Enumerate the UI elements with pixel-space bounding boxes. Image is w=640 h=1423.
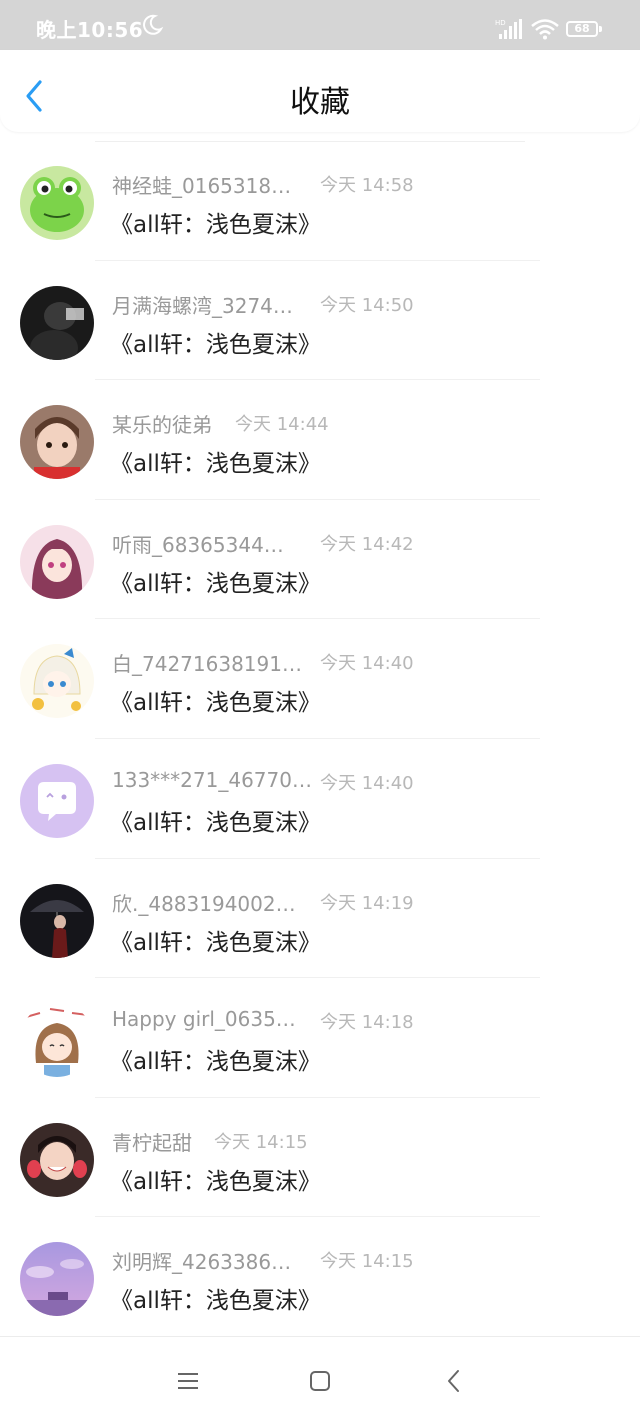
- top-header: 收藏: [0, 50, 640, 132]
- avatar[interactable]: [20, 883, 94, 958]
- timestamp: 今天 14:15: [320, 1251, 414, 1273]
- svg-text:HD: HD: [495, 19, 506, 27]
- home-square-icon[interactable]: [306, 1367, 334, 1395]
- menu-icon[interactable]: [174, 1367, 202, 1395]
- list-item[interactable]: 刘明辉_4263386… 今天 14:15 《all轩：浅色夏沫》: [0, 1217, 640, 1337]
- user-name: 133***271_46770…: [112, 767, 312, 792]
- avatar[interactable]: [20, 405, 94, 480]
- list-item[interactable]: 神经蛙_0165318… 今天 14:58 《all轩：浅色夏沫》: [0, 141, 640, 261]
- timestamp: 今天 14:50: [320, 294, 414, 316]
- default-chat-avatar-image: [20, 763, 94, 838]
- favorite-title: 《all轩：浅色夏沫》: [110, 1288, 321, 1315]
- battery-icon: 68: [566, 21, 602, 37]
- user-name: 神经蛙_0165318…: [112, 174, 292, 198]
- favorite-title: 《all轩：浅色夏沫》: [110, 1168, 321, 1195]
- list-item[interactable]: Happy girl_0635… 今天 14:18 《all轩：浅色夏沫》: [0, 978, 640, 1098]
- user-name: 刘明辉_4263386…: [112, 1250, 292, 1275]
- list-item[interactable]: 133***271_46770… 今天 14:40 《all轩：浅色夏沫》: [0, 739, 640, 859]
- child-portrait-avatar-image: [20, 405, 94, 480]
- timestamp: 今天 14:18: [320, 1012, 414, 1034]
- dark-portrait-avatar-image: [20, 285, 94, 360]
- avatar[interactable]: [20, 1003, 94, 1078]
- favorite-title: 《all轩：浅色夏沫》: [110, 570, 321, 597]
- favorite-title: 《all轩：浅色夏沫》: [110, 809, 321, 836]
- user-name: 月满海螺湾_3274…: [112, 293, 293, 318]
- favorite-title: 《all轩：浅色夏沫》: [110, 1049, 321, 1076]
- user-name: Happy girl_0635…: [112, 1007, 296, 1032]
- list-item[interactable]: 青柠起甜 今天 14:15 《all轩：浅色夏沫》: [0, 1098, 640, 1218]
- user-name: 白_74271638191…: [112, 652, 302, 677]
- list-item[interactable]: 月满海螺湾_3274… 今天 14:50 《all轩：浅色夏沫》: [0, 261, 640, 381]
- list-item[interactable]: 听雨_68365344… 今天 14:42 《all轩：浅色夏沫》: [0, 500, 640, 620]
- status-time: 晚上10:56: [36, 18, 144, 42]
- timestamp: 今天 14:19: [320, 892, 414, 914]
- avatar[interactable]: [20, 524, 94, 599]
- user-name: 某乐的徒弟: [112, 413, 212, 438]
- purple-sky-avatar-image: [20, 1242, 94, 1317]
- favorite-title: 《all轩：浅色夏沫》: [110, 451, 321, 478]
- avatar[interactable]: [20, 644, 94, 719]
- smiling-girl-avatar-image: [20, 1122, 94, 1197]
- timestamp: 今天 14:42: [320, 533, 414, 555]
- timestamp: 今天 14:44: [235, 414, 329, 436]
- wifi-icon: [531, 19, 559, 40]
- list-item[interactable]: 欣._4883194002… 今天 14:19 《all轩：浅色夏沫》: [0, 859, 640, 979]
- avatar[interactable]: [20, 763, 94, 838]
- timestamp: 今天 14:40: [320, 772, 414, 794]
- user-name: 青柠起甜: [112, 1130, 192, 1155]
- timestamp: 今天 14:58: [320, 175, 414, 196]
- back-triangle-icon[interactable]: [440, 1367, 468, 1395]
- umbrella-portrait-avatar-image: [20, 883, 94, 958]
- page-title: 收藏: [290, 85, 350, 120]
- cartoon-girl-avatar-image: [20, 1003, 94, 1078]
- avatar[interactable]: [20, 285, 94, 360]
- moon-icon: [143, 14, 164, 35]
- favorite-title: 《all轩：浅色夏沫》: [110, 212, 321, 238]
- avatar[interactable]: [20, 1242, 94, 1317]
- user-name: 欣._4883194002…: [112, 891, 296, 916]
- status-bar: 晚上10:56 HD 68: [0, 0, 640, 50]
- list-item[interactable]: 某乐的徒弟 今天 14:44 《all轩：浅色夏沫》: [0, 380, 640, 500]
- favorite-title: 《all轩：浅色夏沫》: [110, 331, 321, 358]
- anime-girl-avatar-image: [20, 524, 94, 599]
- avatar[interactable]: [20, 166, 94, 240]
- favorite-title: 《all轩：浅色夏沫》: [110, 929, 321, 956]
- timestamp: 今天 14:40: [320, 653, 414, 675]
- system-nav-bar: [0, 1336, 640, 1423]
- frog-avatar-image: [20, 166, 94, 240]
- avatar[interactable]: [20, 1122, 94, 1197]
- list-item[interactable]: 白_74271638191… 今天 14:40 《all轩：浅色夏沫》: [0, 619, 640, 739]
- timestamp: 今天 14:15: [214, 1131, 308, 1153]
- favorite-title: 《all轩：浅色夏沫》: [110, 690, 321, 717]
- favorites-list: 神经蛙_0165318… 今天 14:58 《all轩：浅色夏沫》 月满海螺湾_…: [0, 141, 640, 1337]
- chibi-girl-avatar-image: [20, 644, 94, 719]
- signal-icon: HD: [495, 19, 522, 39]
- user-name: 听雨_68365344…: [112, 532, 284, 557]
